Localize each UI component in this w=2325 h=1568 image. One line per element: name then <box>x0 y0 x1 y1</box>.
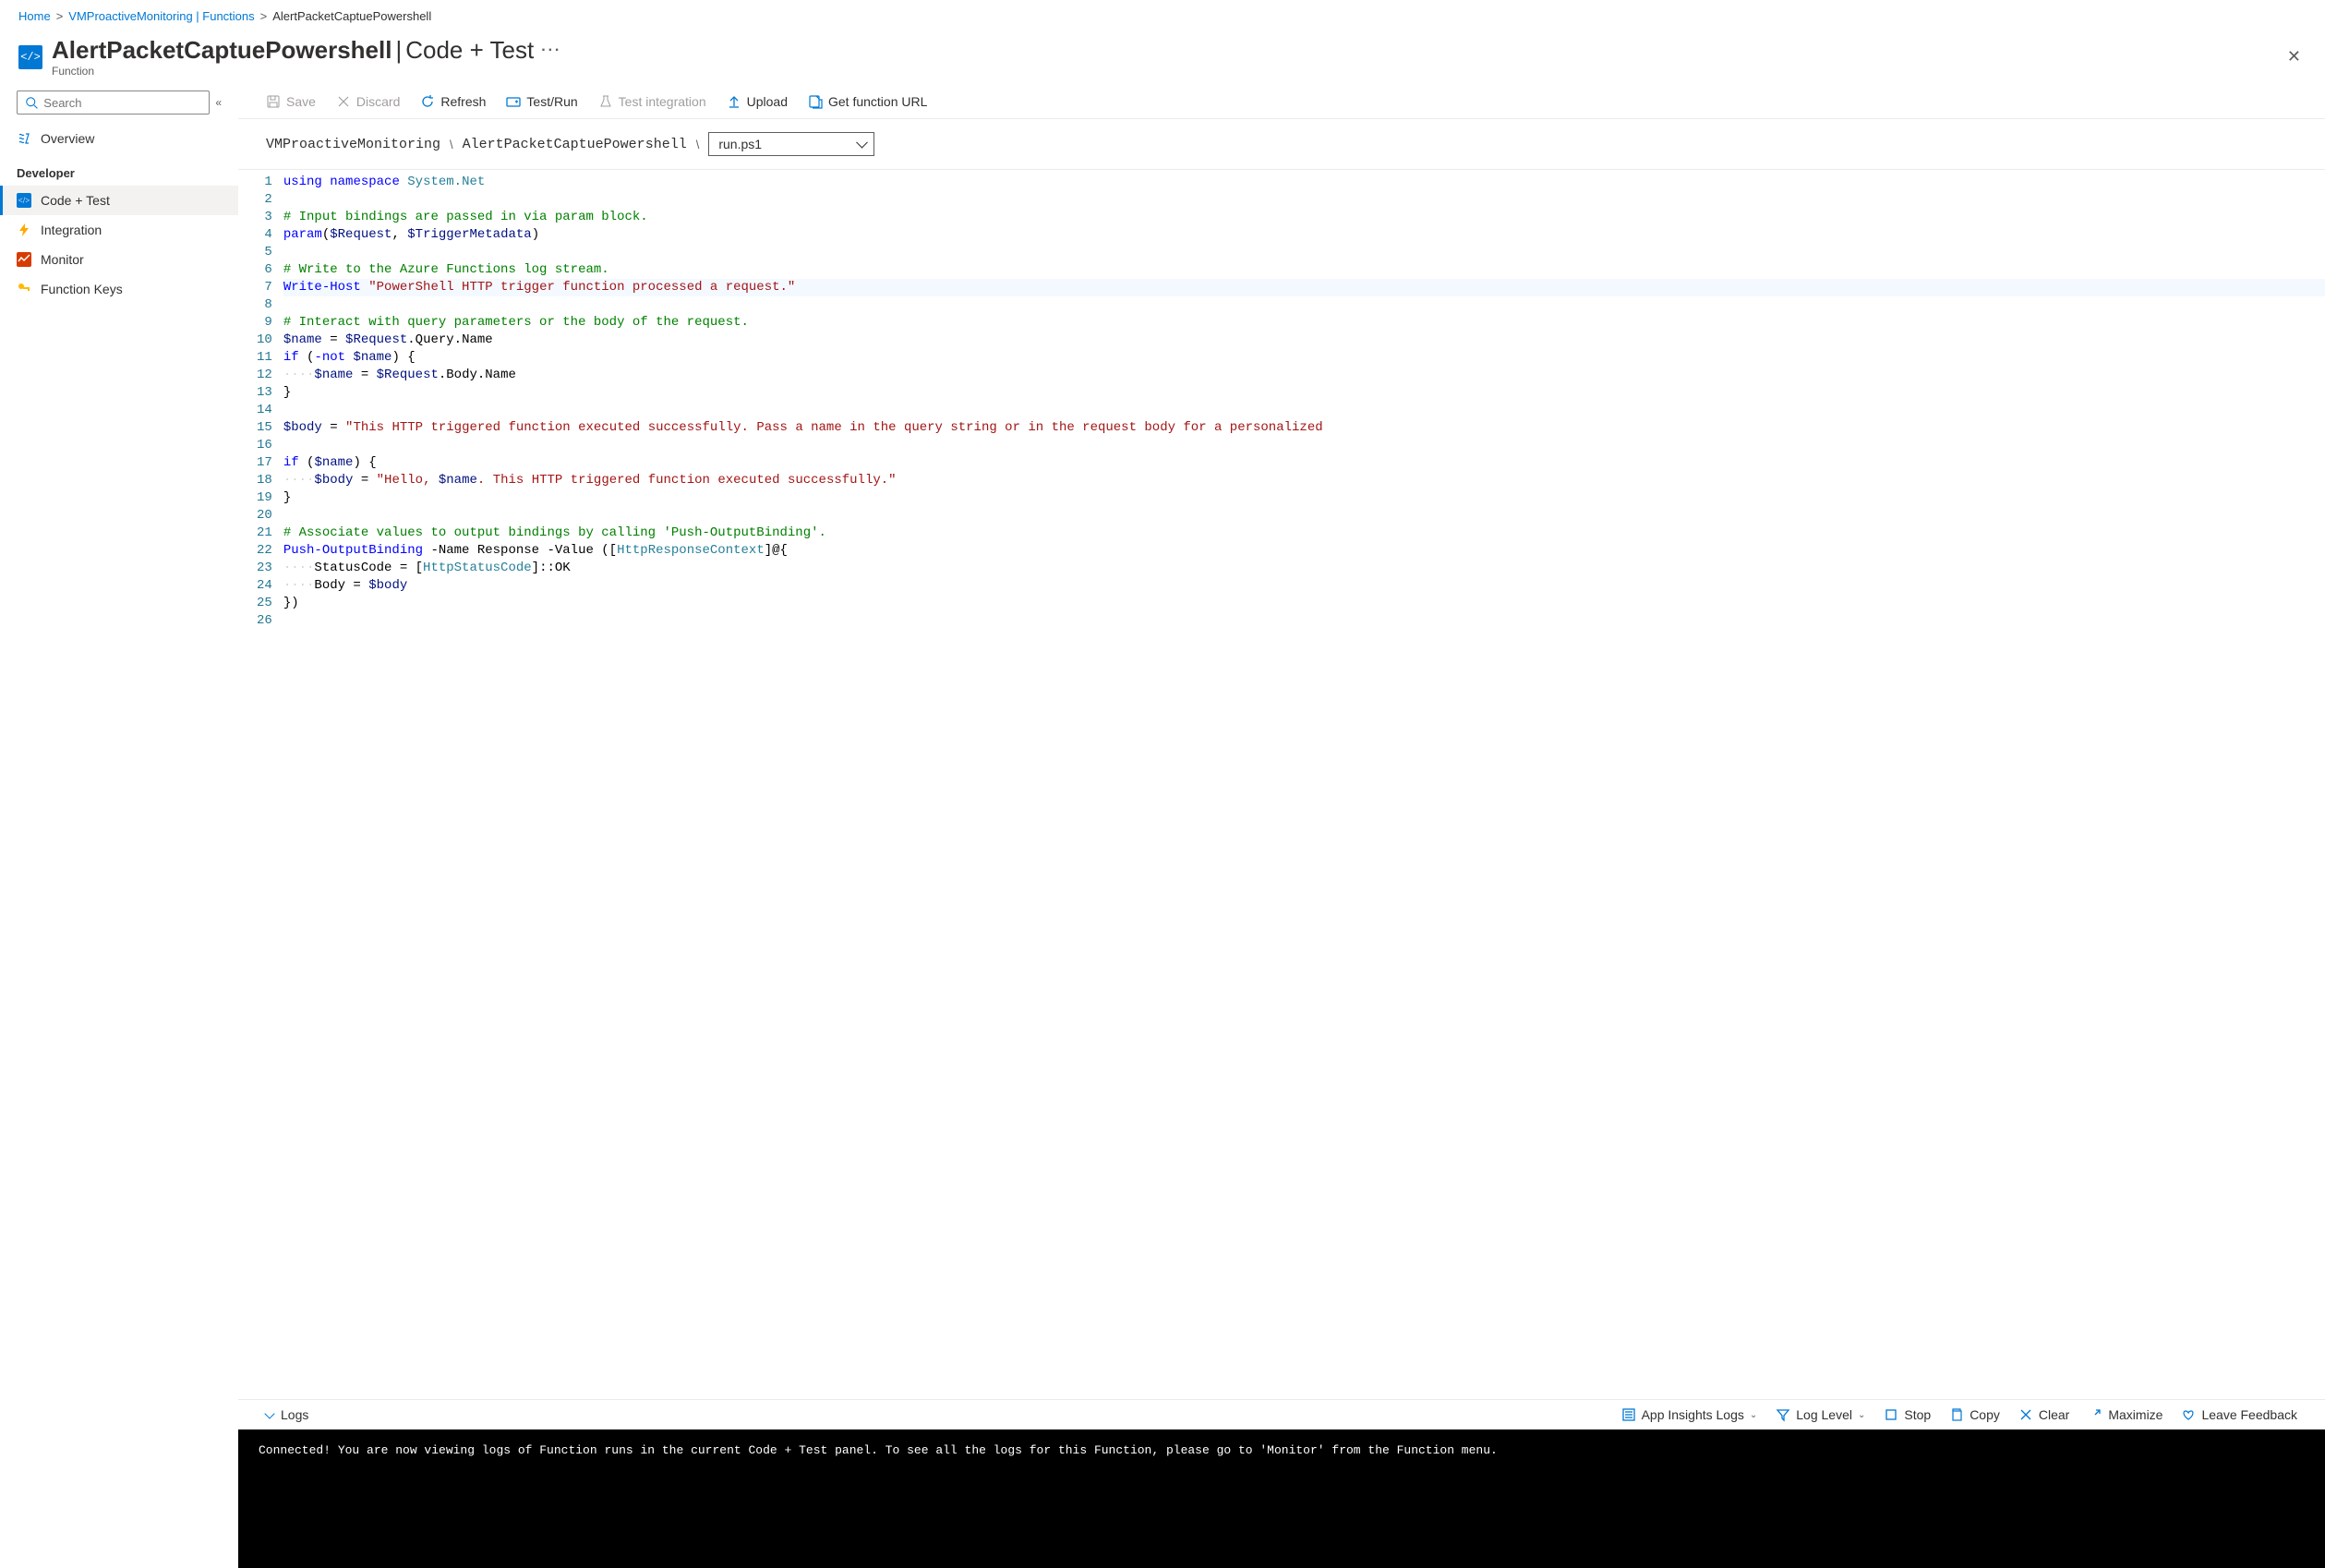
flask-icon <box>598 94 613 109</box>
breadcrumb-functions[interactable]: VMProactiveMonitoring | Functions <box>68 9 254 23</box>
sidebar-item-code-test[interactable]: </> Code + Test <box>0 186 238 215</box>
code-icon: </> <box>17 193 31 208</box>
page-title: AlertPacketCaptuePowershell | Code + Tes… <box>52 36 565 65</box>
sidebar-item-keys[interactable]: Function Keys <box>0 274 238 304</box>
discard-icon <box>336 94 351 109</box>
feedback-button[interactable]: Leave Feedback <box>2181 1407 2297 1422</box>
app-insights-button[interactable]: App Insights Logs⌄ <box>1621 1407 1758 1422</box>
sidebar-item-label: Function Keys <box>41 282 123 296</box>
upload-button[interactable]: Upload <box>727 94 788 109</box>
key-icon <box>17 282 31 296</box>
copy-icon <box>1949 1407 1964 1422</box>
sidebar-section-developer: Developer <box>0 153 238 186</box>
stop-icon <box>1884 1407 1898 1422</box>
sidebar-item-integration[interactable]: Integration <box>0 215 238 245</box>
logs-terminal[interactable]: Connected! You are now viewing logs of F… <box>238 1429 2325 1568</box>
url-icon <box>808 94 823 109</box>
clear-icon <box>2018 1407 2033 1422</box>
path-root: VMProactiveMonitoring <box>266 137 440 152</box>
chevron-right-icon: > <box>260 9 268 23</box>
monitor-icon <box>17 252 31 267</box>
refresh-icon <box>420 94 435 109</box>
list-icon <box>1621 1407 1636 1422</box>
toolbar: Save Discard Refresh Test/Run Test integ… <box>238 85 2325 119</box>
maximize-icon <box>2088 1407 2102 1422</box>
copy-button[interactable]: Copy <box>1949 1407 2000 1422</box>
sidebar-item-monitor[interactable]: Monitor <box>0 245 238 274</box>
breadcrumb-home[interactable]: Home <box>18 9 51 23</box>
test-integration-button[interactable]: Test integration <box>598 94 706 109</box>
more-button[interactable]: ··· <box>537 42 565 59</box>
code-body[interactable]: using namespace System.Net # Input bindi… <box>283 170 2325 1399</box>
filter-icon <box>1776 1407 1790 1422</box>
page-header: </> AlertPacketCaptuePowershell | Code +… <box>0 32 2325 85</box>
code-icon: </> <box>18 45 42 69</box>
close-button[interactable]: ✕ <box>2282 42 2307 72</box>
search-input[interactable] <box>43 96 201 110</box>
testrun-icon <box>506 94 521 109</box>
breadcrumb: Home > VMProactiveMonitoring | Functions… <box>0 0 2325 32</box>
logs-toolbar: Logs App Insights Logs⌄ Log Level⌄ Stop <box>238 1399 2325 1429</box>
get-url-button[interactable]: Get function URL <box>808 94 927 109</box>
breadcrumb-current: AlertPacketCaptuePowershell <box>272 9 431 23</box>
sidebar-item-overview[interactable]: Overview <box>0 124 238 153</box>
function-icon <box>17 131 31 146</box>
clear-button[interactable]: Clear <box>2018 1407 2069 1422</box>
maximize-button[interactable]: Maximize <box>2088 1407 2162 1422</box>
discard-button[interactable]: Discard <box>336 94 400 109</box>
logs-toggle[interactable]: Logs <box>266 1407 308 1422</box>
log-level-button[interactable]: Log Level⌄ <box>1776 1407 1865 1422</box>
sidebar-item-label: Overview <box>41 131 94 146</box>
search-input-wrapper[interactable] <box>17 90 210 115</box>
path-sep: \ <box>696 138 700 151</box>
page-subtitle: Function <box>52 65 565 78</box>
path-sep: \ <box>450 138 453 151</box>
search-icon <box>25 95 38 110</box>
chevron-down-icon <box>264 1408 274 1418</box>
main-content: Save Discard Refresh Test/Run Test integ… <box>238 85 2325 1568</box>
test-run-button[interactable]: Test/Run <box>506 94 577 109</box>
code-editor[interactable]: 1234567891011121314151617181920212223242… <box>238 169 2325 1399</box>
file-path-row: VMProactiveMonitoring \ AlertPacketCaptu… <box>238 119 2325 169</box>
refresh-button[interactable]: Refresh <box>420 94 486 109</box>
path-func: AlertPacketCaptuePowershell <box>463 137 687 152</box>
heart-icon <box>2181 1407 2196 1422</box>
sidebar-item-label: Code + Test <box>41 193 110 208</box>
chevron-right-icon: > <box>56 9 64 23</box>
file-select[interactable]: run.ps1 <box>708 132 874 156</box>
sidebar: « Overview Developer </> Code + Test Int… <box>0 85 238 1568</box>
sidebar-item-label: Monitor <box>41 252 84 267</box>
upload-icon <box>727 94 741 109</box>
save-icon <box>266 94 281 109</box>
sidebar-item-label: Integration <box>41 223 102 237</box>
line-gutter: 1234567891011121314151617181920212223242… <box>238 170 283 1399</box>
stop-button[interactable]: Stop <box>1884 1407 1931 1422</box>
collapse-sidebar-button[interactable]: « <box>215 96 222 109</box>
lightning-icon <box>17 223 31 237</box>
save-button[interactable]: Save <box>266 94 316 109</box>
